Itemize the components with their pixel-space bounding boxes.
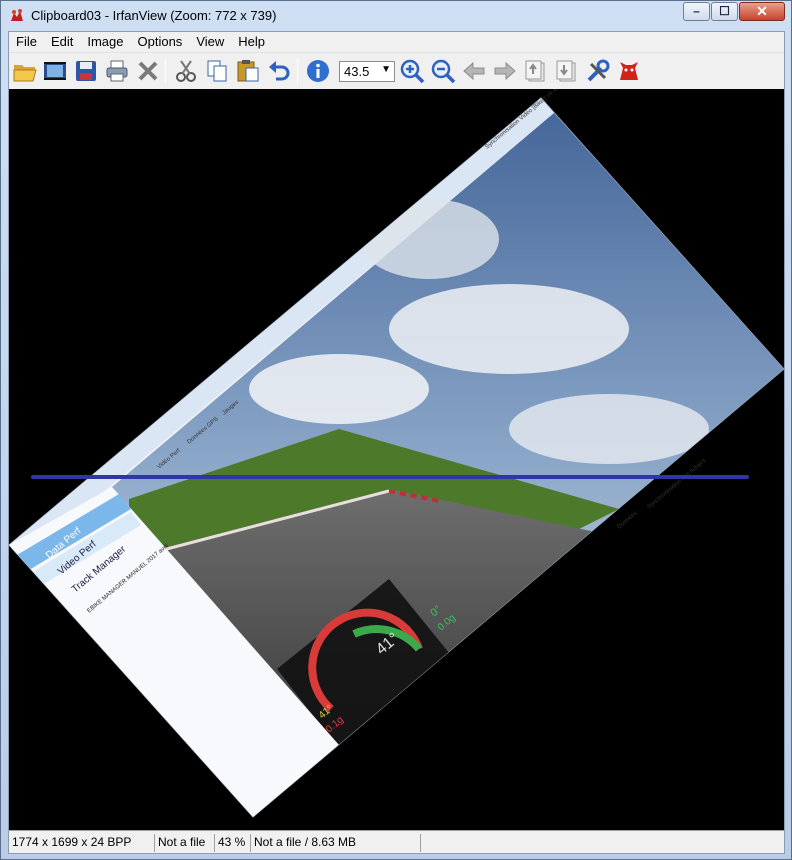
menu-help[interactable]: Help (231, 32, 272, 52)
last-page-icon[interactable] (554, 58, 580, 84)
print-icon[interactable] (104, 58, 130, 84)
toolbar-separator (297, 59, 298, 83)
maximize-icon: ☐ (719, 4, 730, 18)
window-title: Clipboard03 - IrfanView (Zoom: 772 x 739… (31, 8, 277, 23)
menu-edit[interactable]: Edit (44, 32, 80, 52)
chevron-down-icon[interactable]: ▼ (381, 64, 391, 75)
slideshow-icon[interactable] (42, 58, 68, 84)
menu-file[interactable]: File (9, 32, 44, 52)
irfanview-window: Clipboard03 - IrfanView (Zoom: 772 x 739… (0, 0, 792, 860)
toolbar-separator (165, 59, 166, 83)
next-arrow-icon[interactable] (492, 58, 518, 84)
first-page-icon[interactable] (523, 58, 549, 84)
copy-icon[interactable] (204, 58, 230, 84)
menu-bar: File Edit Image Options View Help (9, 32, 784, 52)
status-zoom-percent: 43 % (215, 834, 251, 852)
caption-buttons: – ☐ ✕ (682, 2, 785, 21)
cut-icon[interactable] (173, 58, 199, 84)
minimize-button[interactable]: – (683, 2, 710, 21)
menu-image[interactable]: Image (80, 32, 130, 52)
embedded-panel-tab: Données (616, 510, 638, 530)
zoom-in-icon[interactable] (399, 58, 425, 84)
rotated-screenshot: 41° 0° 0.0g 41° 0.1g Data Perf Video Per… (9, 89, 784, 818)
info-icon[interactable] (305, 58, 331, 84)
client-area: File Edit Image Options View Help 43.5 ▼… (8, 31, 785, 854)
maximize-button[interactable]: ☐ (711, 2, 738, 21)
paste-icon[interactable] (235, 58, 261, 84)
status-file-state: Not a file (155, 834, 215, 852)
image-viewer[interactable]: 41° 0° 0.0g 41° 0.1g Data Perf Video Per… (9, 89, 784, 830)
minimize-icon: – (693, 4, 700, 18)
status-size-info: Not a file / 8.63 MB (251, 834, 421, 852)
horizon-guide-line (31, 475, 749, 479)
zoom-combobox[interactable]: 43.5 ▼ (339, 61, 395, 82)
status-dimensions: 1774 x 1699 x 24 BPP (9, 834, 155, 852)
prev-arrow-icon[interactable] (461, 58, 487, 84)
title-bar[interactable]: Clipboard03 - IrfanView (Zoom: 772 x 739… (1, 1, 791, 31)
delete-icon[interactable] (135, 58, 161, 84)
toolbar: 43.5 ▼ (9, 52, 784, 89)
menu-options[interactable]: Options (131, 32, 190, 52)
close-button[interactable]: ✕ (739, 2, 785, 21)
menu-view[interactable]: View (189, 32, 231, 52)
status-bar: 1774 x 1699 x 24 BPP Not a file 43 % Not… (9, 830, 784, 853)
irfanview-cat-icon[interactable] (616, 58, 642, 84)
tools-icon[interactable] (585, 58, 611, 84)
irfanview-app-icon (8, 7, 26, 25)
zoom-out-icon[interactable] (430, 58, 456, 84)
open-folder-icon[interactable] (12, 58, 38, 84)
save-icon[interactable] (73, 58, 99, 84)
displayed-image: 41° 0° 0.0g 41° 0.1g Data Perf Video Per… (9, 89, 784, 818)
undo-icon[interactable] (266, 58, 292, 84)
zoom-value: 43.5 (344, 64, 370, 79)
close-icon: ✕ (756, 3, 768, 19)
